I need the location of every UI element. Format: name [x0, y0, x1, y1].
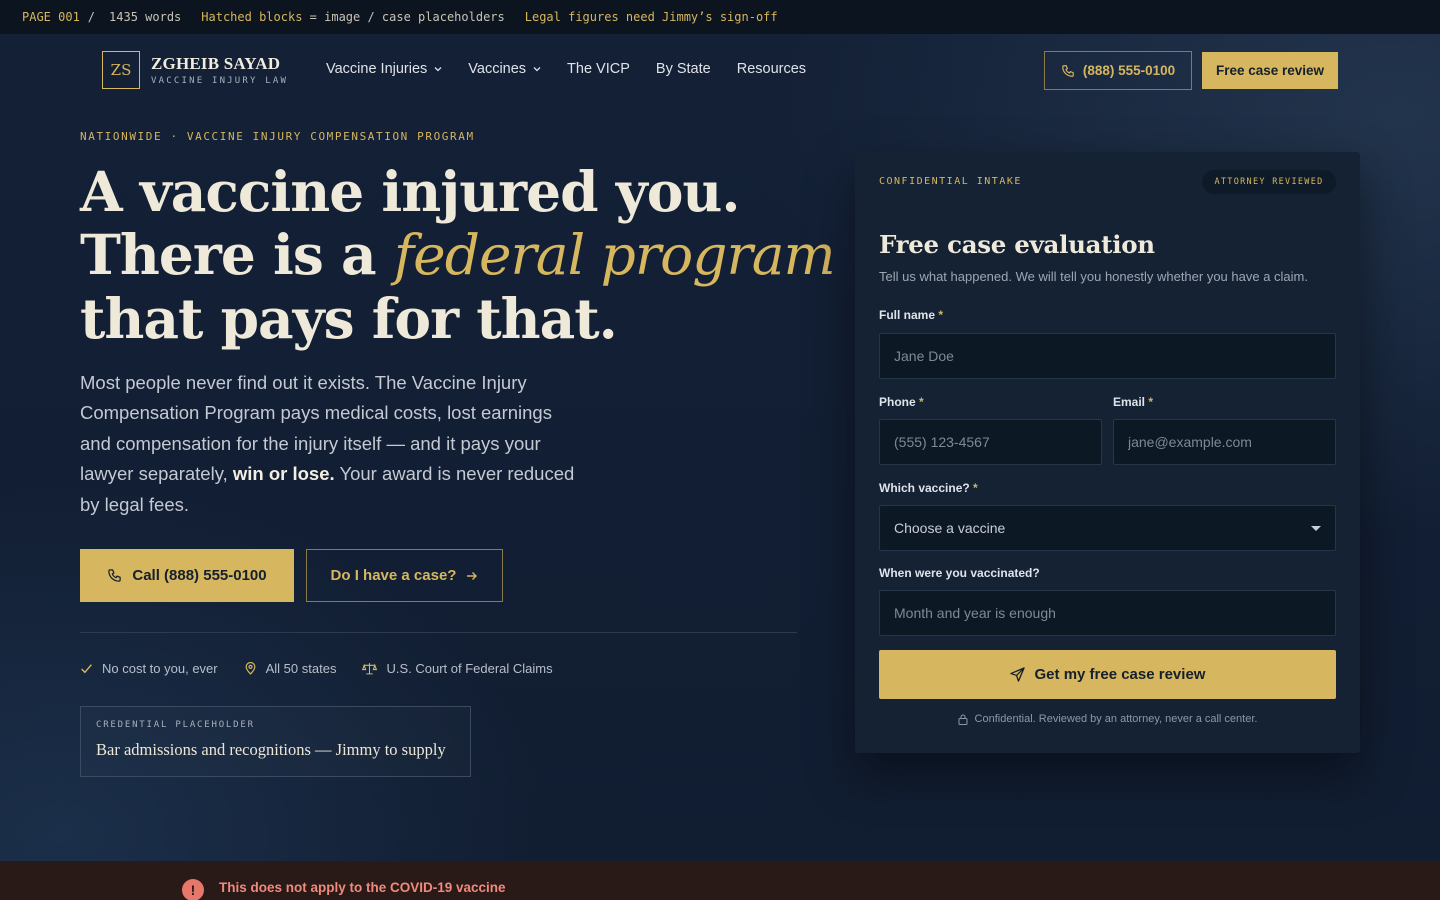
form-fineprint: Confidential. Reviewed by an attorney, n… — [855, 713, 1360, 725]
word-count: 1435 words — [109, 10, 182, 24]
headline-line-2-pre: There is a — [80, 222, 394, 287]
attorney-reviewed-badge: ATTORNEY REVIEWED — [1202, 170, 1336, 194]
trust-item-court: U.S. Court of Federal Claims — [362, 659, 553, 677]
arrow-right-icon — [467, 571, 478, 580]
hatch-legend-term: Hatched blocks — [201, 10, 303, 24]
credential-text: Bar admissions and recognitions — Jimmy … — [96, 740, 446, 759]
form-title: Free case evaluation — [879, 230, 1155, 259]
phone-label: Phone * — [879, 395, 924, 409]
dev-status-bar: PAGE 001 / 1435 words Hatched blocks = i… — [0, 0, 1440, 34]
covid-alert-bar: ! This does not apply to the COVID-19 va… — [0, 861, 1440, 900]
call-button[interactable]: Call (888) 555-0100 — [80, 549, 294, 602]
label-text: Email — [1113, 395, 1146, 409]
hero-eyebrow: NATIONWIDE · VACCINE INJURY COMPENSATION… — [80, 130, 475, 143]
nav-by-state[interactable]: By State — [656, 58, 711, 80]
header-phone-button[interactable]: (888) 555-0100 — [1044, 51, 1192, 90]
label-text: Phone — [879, 395, 916, 409]
alert-icon: ! — [182, 879, 204, 900]
form-subtitle: Tell us what happened. We will tell you … — [879, 269, 1308, 284]
submit-label: Get my free case review — [1034, 666, 1206, 683]
case-button-label: Do I have a case? — [330, 567, 457, 584]
vaccine-select-value: Choose a vaccine — [894, 520, 1006, 536]
nav-label: Vaccines — [468, 61, 527, 77]
vaccination-date-label: When were you vaccinated? — [879, 566, 1040, 580]
email-field[interactable] — [1113, 419, 1336, 465]
lede-bold: win or lose. — [232, 463, 335, 485]
trust-item-states: All 50 states — [244, 659, 337, 677]
phone-icon — [108, 569, 122, 582]
phone-input[interactable] — [894, 434, 1101, 450]
header-phone-label: (888) 555-0100 — [1082, 63, 1176, 78]
chevron-down-icon — [533, 67, 541, 72]
vaccination-date-input[interactable] — [894, 605, 1335, 621]
full-name-field[interactable] — [879, 333, 1336, 379]
trust-item-no-cost: No cost to you, ever — [80, 659, 218, 677]
required-mark: * — [1148, 395, 1154, 409]
alert-text[interactable]: This does not apply to the COVID-19 vacc… — [219, 880, 506, 895]
page-indicator: PAGE 001 — [22, 10, 80, 24]
nav-resources[interactable]: Resources — [737, 58, 806, 80]
devbar-separator: / — [87, 10, 96, 24]
brand-tagline: VACCINE INJURY LAW — [151, 76, 289, 86]
brand-logo[interactable]: ZS ZGHEIB SAYAD VACCINE INJURY LAW — [102, 51, 288, 89]
email-input[interactable] — [1128, 434, 1335, 450]
intake-form-card: CONFIDENTIAL INTAKE ATTORNEY REVIEWED Fr… — [855, 152, 1360, 753]
required-mark: * — [938, 308, 944, 322]
trust-label: U.S. Court of Federal Claims — [386, 660, 553, 676]
phone-icon — [1061, 64, 1074, 77]
vaccine-label: Which vaccine? * — [879, 481, 978, 495]
credential-placeholder: CREDENTIAL PLACEHOLDER Bar admissions an… — [80, 706, 471, 777]
hero-lede: Most people never find out it exists. Th… — [80, 368, 580, 520]
label-text: Which vaccine? — [879, 481, 970, 495]
nav-label: The VICP — [567, 61, 630, 77]
vaccination-date-field[interactable] — [879, 590, 1336, 636]
call-button-label: Call (888) 555-0100 — [132, 567, 267, 584]
send-icon — [1009, 667, 1025, 682]
required-mark: * — [919, 395, 924, 409]
legal-note: Legal figures need Jimmy’s sign-off — [524, 10, 778, 24]
main-nav: Vaccine Injuries Vaccines The VICP By St… — [326, 58, 832, 80]
logo-mark: ZS — [102, 51, 140, 89]
headline-line-3: that pays for that. — [80, 286, 618, 351]
hatch-legend: Hatched blocks = image / case placeholde… — [201, 10, 504, 24]
required-mark: * — [973, 481, 978, 495]
credential-label: CREDENTIAL PLACEHOLDER — [96, 720, 255, 730]
label-text: Full name — [879, 308, 936, 322]
nav-the-vicp[interactable]: The VICP — [567, 58, 630, 80]
trust-label: No cost to you, ever — [102, 660, 218, 676]
fineprint-text: Confidential. Reviewed by an attorney, n… — [974, 713, 1258, 725]
trust-points: No cost to you, ever All 50 states U.S. … — [80, 659, 579, 677]
full-name-input[interactable] — [894, 348, 1335, 364]
lock-icon — [958, 714, 968, 725]
nav-vaccine-injuries[interactable]: Vaccine Injuries — [326, 58, 442, 80]
logo-text: ZGHEIB SAYAD VACCINE INJURY LAW — [151, 54, 288, 86]
vaccine-select[interactable]: Choose a vaccine — [879, 505, 1336, 551]
headline-line-1: A vaccine injured you. — [80, 159, 741, 224]
form-eyebrow: CONFIDENTIAL INTAKE — [879, 176, 1022, 187]
trust-label: All 50 states — [265, 660, 337, 676]
hero-divider — [80, 632, 797, 633]
caret-down-icon — [1311, 526, 1321, 531]
nav-label: Resources — [736, 61, 807, 77]
headline-emphasis: federal program — [393, 223, 836, 287]
hatch-legend-desc: = image / case placeholders — [309, 10, 505, 24]
map-pin-icon — [245, 661, 256, 675]
do-i-have-a-case-button[interactable]: Do I have a case? — [306, 549, 503, 602]
full-name-label: Full name * — [879, 308, 943, 322]
brand-name: ZGHEIB SAYAD — [151, 54, 281, 73]
scales-icon — [362, 662, 378, 674]
nav-label: Vaccine Injuries — [326, 61, 428, 77]
submit-review-button[interactable]: Get my free case review — [879, 650, 1336, 699]
header-free-review-button[interactable]: Free case review — [1202, 52, 1338, 89]
phone-field[interactable] — [879, 419, 1102, 465]
nav-label: By State — [655, 61, 711, 77]
hero-headline: A vaccine injured you. There is a federa… — [80, 160, 840, 350]
check-icon — [81, 663, 92, 673]
email-label: Email * — [1113, 395, 1153, 409]
nav-vaccines[interactable]: Vaccines — [468, 58, 541, 80]
chevron-down-icon — [434, 67, 442, 72]
